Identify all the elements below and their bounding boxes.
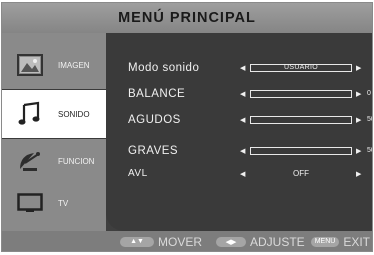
setting-label: GRAVES (128, 145, 179, 157)
right-arrow-icon[interactable]: ▶ (356, 116, 361, 124)
move-label: MOVER (158, 234, 203, 249)
sidebar-item-label: SONIDO (58, 109, 90, 119)
osd-main-menu: MENÚ PRINCIPAL IMAGEN SONIDO FUNCION TV … (1, 2, 373, 252)
left-arrow-icon[interactable]: ◀ (240, 147, 245, 155)
left-right-arrows-icon: ◀▶ (216, 236, 247, 247)
sidebar-item-imagen[interactable]: IMAGEN (2, 41, 106, 89)
agudos-value: 50 (367, 116, 372, 123)
sidebar-item-tv[interactable]: TV (2, 179, 106, 227)
setting-label: BALANCE (128, 88, 186, 100)
setting-row-avl[interactable]: AVL ◀ OFF ▶ (128, 166, 368, 184)
setting-row-modo-sonido[interactable]: Modo sonido ◀ USUARIO ▶ (128, 60, 368, 78)
exit-label: EXIT (343, 234, 370, 249)
graves-value: 50 (367, 147, 372, 154)
exit-hint: MENU EXIT (310, 234, 370, 249)
setting-row-graves[interactable]: GRAVES ◀ ▶ 50 (128, 143, 372, 161)
right-arrow-icon[interactable]: ▶ (356, 90, 361, 98)
mode-value: USUARIO (284, 64, 318, 71)
menu-key-pill: MENU (310, 236, 340, 247)
sidebar-item-label: IMAGEN (58, 60, 90, 70)
menu-title: MENÚ PRINCIPAL (2, 3, 372, 34)
sidebar: IMAGEN SONIDO FUNCION TV (2, 33, 106, 231)
graves-slider[interactable] (250, 147, 352, 155)
left-arrow-icon[interactable]: ◀ (240, 64, 245, 72)
setting-row-agudos[interactable]: AGUDOS ◀ ▶ 50 (128, 112, 372, 130)
adjust-hint: ◀▶ ADJUSTE (216, 235, 305, 249)
setting-label: AGUDOS (128, 114, 181, 126)
sound-settings-panel: Modo sonido ◀ USUARIO ▶ BALANCE ◀ ▶ 0 AG… (106, 33, 372, 231)
adjust-label: ADJUSTE (250, 234, 305, 249)
sidebar-item-label: FUNCION (58, 156, 95, 166)
footer-help-bar: ▲▼ MOVER ◀▶ ADJUSTE MENU EXIT (2, 231, 372, 251)
right-arrow-icon[interactable]: ▶ (356, 64, 361, 72)
sidebar-item-label: TV (58, 198, 69, 208)
right-arrow-icon[interactable]: ▶ (356, 170, 361, 178)
sidebar-item-funcion[interactable]: FUNCION (2, 137, 106, 185)
mode-value-box: USUARIO (250, 64, 352, 72)
setting-label: AVL (128, 168, 148, 179)
sidebar-item-sonido[interactable]: SONIDO (2, 89, 106, 139)
left-arrow-icon[interactable]: ◀ (240, 90, 245, 98)
setting-label: Modo sonido (128, 62, 200, 74)
left-arrow-icon[interactable]: ◀ (240, 116, 245, 124)
tv-screen-icon (16, 189, 44, 217)
music-note-icon (16, 100, 44, 128)
move-hint: ▲▼ MOVER (120, 235, 202, 249)
agudos-slider[interactable] (250, 116, 352, 124)
balance-value: 0 (367, 90, 371, 97)
balance-slider[interactable] (250, 90, 352, 98)
left-arrow-icon[interactable]: ◀ (240, 170, 245, 178)
right-arrow-icon[interactable]: ▶ (356, 147, 361, 155)
setting-row-balance[interactable]: BALANCE ◀ ▶ 0 (128, 86, 371, 104)
up-down-arrows-icon: ▲▼ (120, 236, 154, 247)
picture-icon (16, 51, 44, 79)
avl-value: OFF (293, 169, 309, 178)
satellite-dish-icon (16, 147, 44, 175)
